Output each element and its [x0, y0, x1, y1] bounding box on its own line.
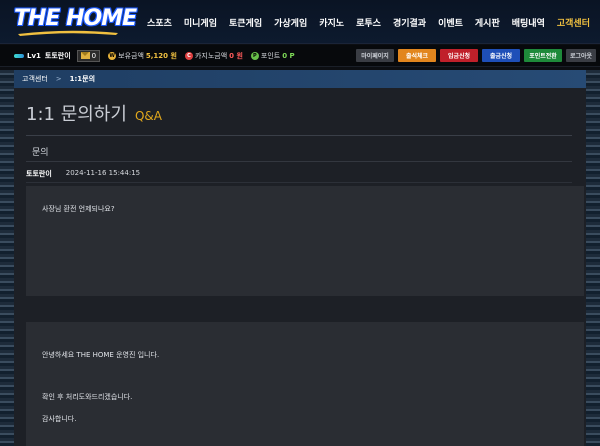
point-convert-button[interactable]: 포인트전환 [524, 49, 562, 62]
page-title-sub: Q&A [134, 109, 162, 123]
background-stadium-left [0, 70, 14, 446]
logout-button[interactable]: 로그아웃 [566, 49, 596, 62]
casino-coin-icon: C [184, 51, 193, 60]
question-text: 사장님 환전 언제되나요? [42, 205, 115, 213]
answer-line: 확인 후 처리도와드리겠습니다. [42, 393, 133, 401]
mail-button[interactable]: 0 [76, 49, 101, 62]
username: 토토란이 [44, 51, 71, 60]
user-level: Lv1 [27, 51, 41, 60]
title-divider [26, 135, 572, 136]
nav-bet-history[interactable]: 배팅내역 [506, 16, 551, 29]
site-logo[interactable]: THE HOME [14, 4, 137, 38]
logo-swoosh-icon [18, 30, 118, 36]
user-action-buttons: 마이페이지 출석체크 입금신청 출금신청 포인트전환 로그아웃 [356, 49, 596, 62]
content-panel: 1:1 문의하기 Q&A 문의 토토란이 2024-11-16 15:44:15… [14, 88, 586, 446]
question-box: 사장님 환전 언제되나요? [26, 186, 584, 296]
nav-sports[interactable]: 스포츠 [141, 16, 178, 29]
answer-box: 안녕하세요 THE HOME 운영진 입니다. 확인 후 처리도와드리겠습니다.… [26, 322, 584, 446]
post-subject: 문의 [32, 148, 49, 158]
level-badge-icon [14, 53, 24, 58]
background-stadium-right [586, 70, 600, 446]
mail-icon [80, 52, 90, 59]
page-title-main: 1:1 문의하기 [26, 104, 127, 125]
logo-text: THE HOME [14, 6, 137, 31]
breadcrumb: 고객센터 > 1:1문의 [14, 70, 586, 88]
balance-stat: W 보유금액 5,120 원 [108, 51, 177, 61]
nav-events[interactable]: 이벤트 [432, 16, 469, 29]
breadcrumb-separator: > [55, 75, 62, 83]
nav-casino[interactable]: 카지노 [313, 16, 350, 29]
answer-line: 안녕하세요 THE HOME 운영진 입니다. [42, 351, 160, 359]
meta-divider [26, 182, 572, 183]
post-author: 토토란이 [26, 170, 52, 178]
post-meta: 토토란이 2024-11-16 15:44:15 [26, 169, 140, 179]
page-title: 1:1 문의하기 Q&A [26, 100, 162, 126]
mypage-button[interactable]: 마이페이지 [356, 49, 394, 62]
subject-divider [26, 161, 572, 162]
nav-board[interactable]: 게시판 [469, 16, 506, 29]
deposit-button[interactable]: 입금신청 [440, 49, 478, 62]
point-value: 0 P [282, 51, 295, 60]
answer-line: 감사합니다. [42, 415, 77, 423]
attendance-button[interactable]: 출석체크 [398, 49, 436, 62]
nav-lotus[interactable]: 로투스 [350, 16, 387, 29]
casino-value: 0 원 [229, 51, 243, 60]
nav-virtual-game[interactable]: 가상게임 [268, 16, 313, 29]
point-coin-icon: P [250, 51, 259, 60]
casino-stat: C 카지노금액 0 원 [184, 51, 243, 61]
user-info-bar: Lv1 토토란이 0 W 보유금액 5,120 원 C 카지노금액 0 원 P … [0, 45, 600, 67]
casino-label: 카지노금액 [194, 51, 228, 60]
mail-count: 0 [91, 51, 97, 60]
point-stat: P 포인트 0 P [250, 51, 295, 61]
nav-results[interactable]: 경기결과 [387, 16, 432, 29]
balance-value: 5,120 원 [145, 51, 177, 60]
balance-label: 보유금액 [118, 51, 144, 60]
won-coin-icon: W [108, 51, 117, 60]
breadcrumb-current: 1:1문의 [69, 75, 96, 83]
nav-minigame[interactable]: 미니게임 [178, 16, 223, 29]
withdraw-button[interactable]: 출금신청 [482, 49, 520, 62]
point-label: 포인트 [260, 51, 281, 60]
top-header: THE HOME 스포츠 미니게임 토큰게임 가상게임 카지노 로투스 경기결과… [0, 0, 600, 44]
main-nav: 스포츠 미니게임 토큰게임 가상게임 카지노 로투스 경기결과 이벤트 게시판 … [141, 0, 596, 44]
breadcrumb-home[interactable]: 고객센터 [22, 74, 48, 84]
post-datetime: 2024-11-16 15:44:15 [65, 169, 141, 177]
nav-customer-center[interactable]: 고객센터 [551, 16, 596, 29]
nav-token-game[interactable]: 토큰게임 [223, 16, 268, 29]
